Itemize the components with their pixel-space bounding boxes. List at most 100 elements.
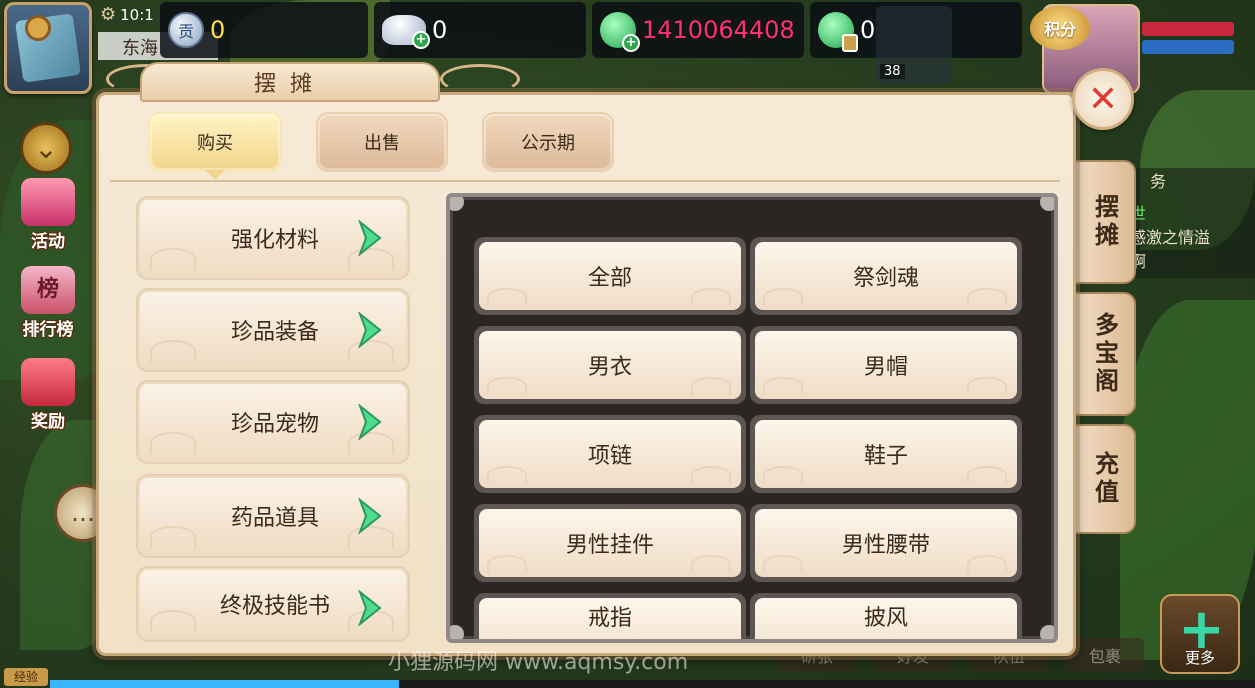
frame-corner xyxy=(1040,197,1054,211)
lock-icon xyxy=(842,34,858,52)
jade-value: 1410064408 xyxy=(642,16,795,44)
category-enhance-materials[interactable]: 强化材料 xyxy=(138,198,408,278)
subcategory-text: 男帽 xyxy=(863,355,908,380)
bound-jade-value: 0 xyxy=(860,16,876,44)
tab-recharge[interactable]: 充值 xyxy=(1074,424,1136,534)
gear-icon[interactable]: ⚙ xyxy=(100,4,116,25)
quest-line-3: 啊 xyxy=(1130,252,1147,271)
silver-ingot-icon: + xyxy=(382,15,430,49)
bound-jade-icon xyxy=(818,12,858,52)
points-button[interactable]: 积分 xyxy=(1030,6,1090,50)
subcategory-text: 戒指 xyxy=(587,606,632,631)
subcategory-text: 男性腰带 xyxy=(841,533,930,558)
frame-corner xyxy=(450,625,464,639)
ranking-button[interactable]: 榜 排行榜 xyxy=(8,266,88,344)
category-rare-pets[interactable]: 珍品宠物 xyxy=(138,382,408,462)
tab-treasure-pavilion[interactable]: 多宝阁 xyxy=(1074,292,1136,416)
subcategory-male-pendant[interactable]: 男性挂件 xyxy=(474,504,746,582)
reward-label: 奖励 xyxy=(31,412,65,432)
subcategory-text: 男衣 xyxy=(587,355,632,380)
subcategory-shoes[interactable]: 鞋子 xyxy=(750,415,1022,493)
horn-icon xyxy=(21,178,75,226)
subcategory-text: 全部 xyxy=(587,266,632,291)
subcategory-label: 男帽 xyxy=(755,331,1017,399)
subcategory-male-belt[interactable]: 男性腰带 xyxy=(750,504,1022,582)
subcategory-necklace[interactable]: 项链 xyxy=(474,415,746,493)
clock-time: 10:1 xyxy=(120,5,154,24)
activity-button[interactable]: 活动 xyxy=(8,178,88,256)
silver-value: 0 xyxy=(432,16,448,44)
subcategory-label: 祭剑魂 xyxy=(755,242,1017,310)
chevron-right-icon xyxy=(358,498,382,534)
subcategory-male-clothes[interactable]: 男衣 xyxy=(474,326,746,404)
subcategory-label: 男衣 xyxy=(479,331,741,399)
contribution-coin-icon: 贡 xyxy=(168,12,204,48)
collapse-chevron-icon[interactable]: ⌄ xyxy=(20,122,72,174)
subcategory-all[interactable]: 全部 xyxy=(474,237,746,315)
pet-level: 38 xyxy=(880,64,905,79)
panel-title: 摆摊 xyxy=(140,62,440,102)
tab-publicity[interactable]: 公示期 xyxy=(482,112,614,172)
chevron-right-icon xyxy=(358,312,382,348)
quest-line-1: 世 xyxy=(1130,204,1147,223)
chevron-right-icon xyxy=(358,590,382,626)
frame-corner xyxy=(1040,625,1054,639)
subcategory-text: 项链 xyxy=(587,444,632,469)
contribution-counter[interactable]: 贡 0 xyxy=(160,2,368,58)
more-label: 更多 xyxy=(1184,649,1215,667)
subcategory-text: 鞋子 xyxy=(863,444,908,469)
category-rare-equipment[interactable]: 珍品装备 xyxy=(138,290,408,370)
ranking-label: 排行榜 xyxy=(22,320,74,340)
exp-label: 经验 xyxy=(4,668,48,686)
contribution-icon-glyph: 贡 xyxy=(177,22,194,41)
quest-line-2: 感激之情溢 xyxy=(1130,228,1211,247)
category-ultimate-skill-books[interactable]: 终极技能书 xyxy=(138,568,408,640)
subcategory-text: 披风 xyxy=(863,606,908,631)
tab-stall[interactable]: 摆摊 xyxy=(1074,160,1136,284)
category-medicine-items[interactable]: 药品道具 xyxy=(138,476,408,556)
close-icon[interactable]: ✕ xyxy=(1072,68,1134,130)
chevron-right-icon xyxy=(358,404,382,440)
reward-button[interactable]: 奖励 xyxy=(8,358,88,436)
ranking-icon: 榜 xyxy=(21,266,75,314)
tab-sell[interactable]: 出售 xyxy=(316,112,448,172)
subcategory-cloak[interactable]: 披风 xyxy=(750,593,1022,639)
bag-button[interactable]: 包裹 xyxy=(1066,638,1144,672)
add-jade-icon[interactable]: + xyxy=(622,34,640,52)
exp-bar-fill xyxy=(50,680,400,688)
add-silver-icon[interactable]: + xyxy=(412,31,430,49)
clock-row: ⚙ 10:1 xyxy=(100,4,154,25)
title-ornament-right xyxy=(440,64,520,94)
tab-buy[interactable]: 购买 xyxy=(148,112,282,180)
subcategory-label: 全部 xyxy=(479,242,741,310)
tab-divider xyxy=(110,180,1060,182)
subcategory-list[interactable]: 全部 祭剑魂 男衣 男帽 项链 鞋子 男性挂件 男性腰带 戒指 披风 xyxy=(446,193,1058,643)
contribution-value: 0 xyxy=(210,16,226,44)
watermark-text: 小狸源码网 www.aqmsy.com xyxy=(388,650,689,675)
hp-bar xyxy=(1142,22,1234,36)
subcategory-male-hat[interactable]: 男帽 xyxy=(750,326,1022,404)
mp-bar xyxy=(1142,40,1234,54)
subcategory-label: 男性腰带 xyxy=(755,509,1017,577)
silver-counter[interactable]: + 0 xyxy=(374,2,586,58)
subcategory-label: 披风 xyxy=(755,598,1017,639)
top-status-bar: ⚙ 10:1 东海 贡 0 + 0 + 1410064408 0 38 积分 xyxy=(0,0,1255,94)
subcategory-label: 男性挂件 xyxy=(479,509,741,577)
jade-icon: + xyxy=(600,12,640,52)
world-map-button[interactable] xyxy=(4,2,92,94)
ranking-icon-glyph: 榜 xyxy=(36,277,59,302)
more-button[interactable]: + 更多 xyxy=(1160,594,1240,674)
chevron-right-icon xyxy=(358,220,382,256)
subcategory-sword-soul[interactable]: 祭剑魂 xyxy=(750,237,1022,315)
compass-map-icon xyxy=(25,15,51,41)
subcategory-label: 戒指 xyxy=(479,598,741,639)
jade-counter[interactable]: + 1410064408 xyxy=(592,2,804,58)
subcategory-label: 项链 xyxy=(479,420,741,488)
activity-label: 活动 xyxy=(31,232,65,252)
subcategory-ring[interactable]: 戒指 xyxy=(474,593,746,639)
subcategory-label: 鞋子 xyxy=(755,420,1017,488)
quest-tracker[interactable]: 务 世 感激之情溢 啊 xyxy=(1120,168,1255,278)
quest-title: 务 xyxy=(1150,172,1167,191)
subcategory-text: 祭剑魂 xyxy=(852,266,919,291)
subcategory-text: 男性挂件 xyxy=(565,533,654,558)
